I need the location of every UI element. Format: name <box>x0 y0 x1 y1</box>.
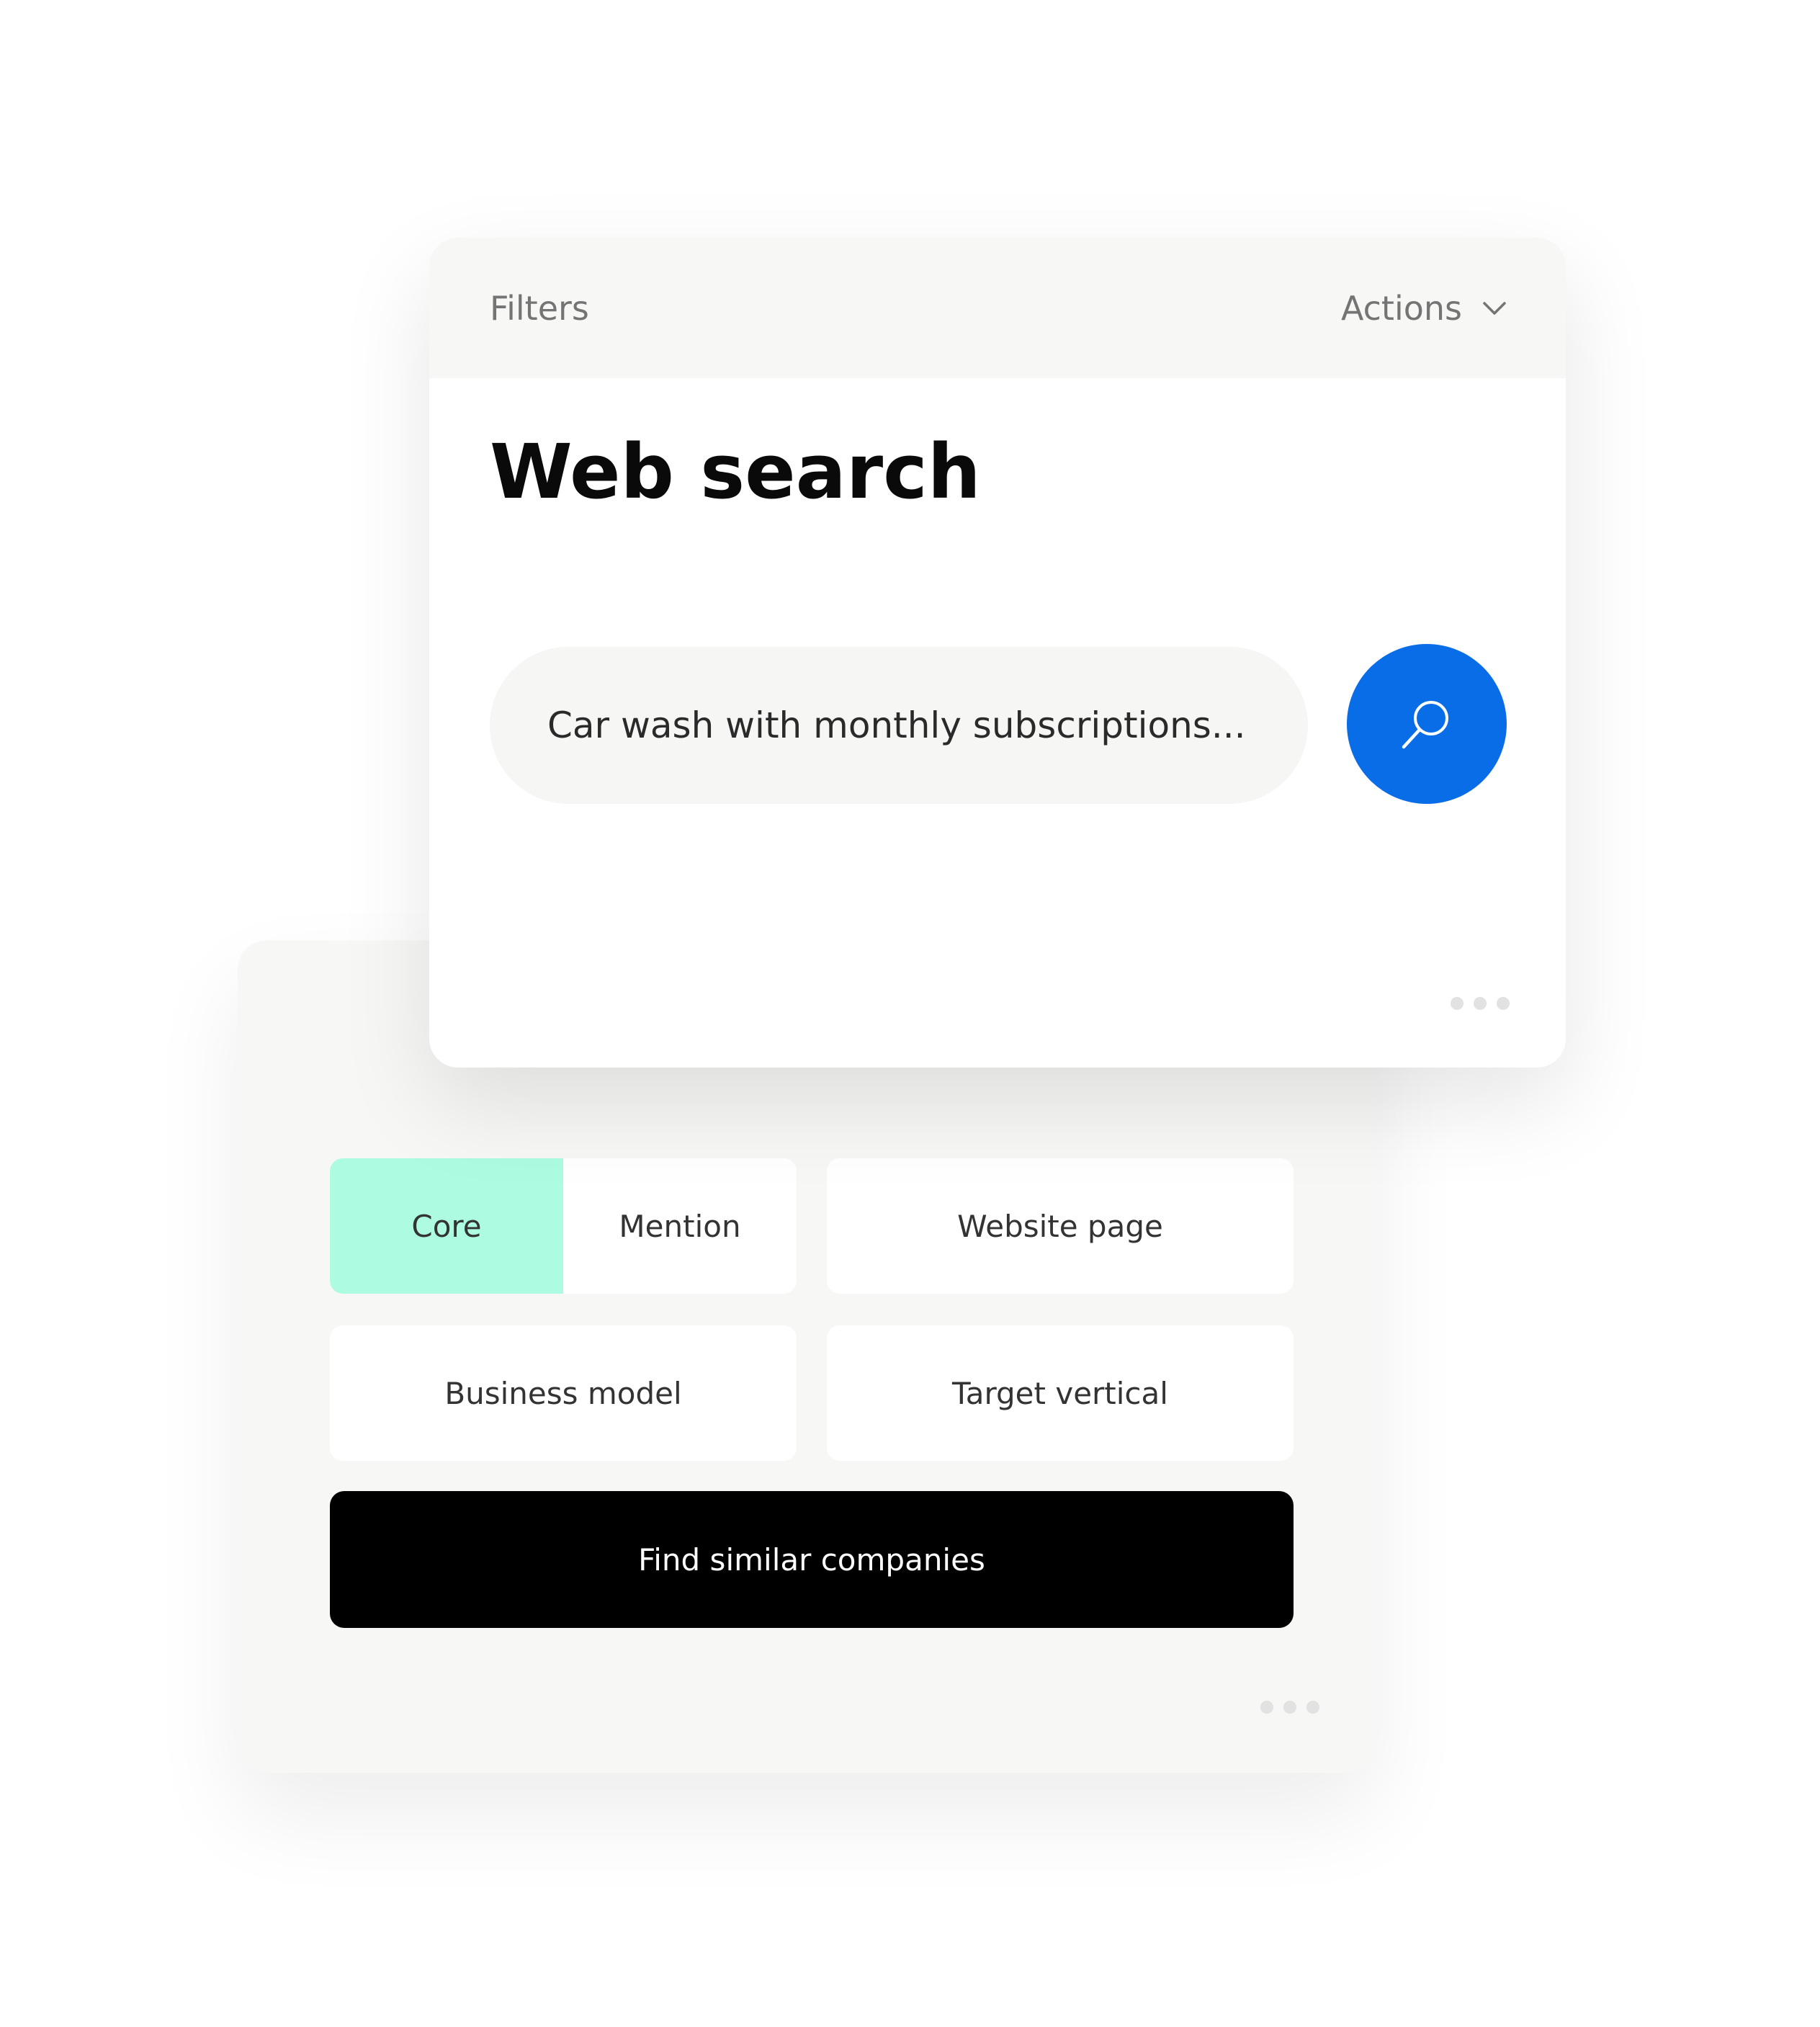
chevron-down-icon <box>1483 302 1506 315</box>
business-model-label: Business model <box>444 1375 682 1411</box>
search-button[interactable] <box>1347 644 1507 804</box>
segment-core[interactable]: Core <box>330 1158 563 1294</box>
dot <box>1474 997 1487 1010</box>
search-input[interactable]: Car wash with monthly subscriptions... <box>490 647 1308 804</box>
card-header: Filters Actions <box>429 238 1566 378</box>
page-title: Web search <box>490 428 981 516</box>
dot <box>1306 1701 1319 1714</box>
stage: Core Mention Website page Business model… <box>0 0 1820 2027</box>
dot <box>1497 997 1510 1010</box>
website-page-label: Website page <box>957 1208 1163 1244</box>
segment-core-label: Core <box>411 1208 482 1244</box>
back-card-more-dots-icon[interactable] <box>1260 1701 1319 1714</box>
dot <box>1451 997 1463 1010</box>
dot <box>1283 1701 1296 1714</box>
find-similar-companies-button[interactable]: Find similar companies <box>330 1491 1294 1628</box>
segment-mention-label: Mention <box>619 1208 741 1244</box>
web-search-card: Filters Actions Web search Car wash with… <box>429 238 1566 1068</box>
find-similar-companies-label: Find similar companies <box>638 1541 985 1578</box>
dot <box>1260 1701 1273 1714</box>
segment-toggle: Core Mention <box>330 1158 797 1294</box>
target-vertical-chip[interactable]: Target vertical <box>827 1325 1294 1461</box>
search-input-value: Car wash with monthly subscriptions... <box>547 704 1246 746</box>
filters-tab[interactable]: Filters <box>490 287 589 330</box>
target-vertical-label: Target vertical <box>952 1375 1168 1411</box>
website-page-chip[interactable]: Website page <box>827 1158 1294 1294</box>
actions-dropdown[interactable]: Actions <box>1341 282 1507 334</box>
actions-label: Actions <box>1340 289 1462 328</box>
business-model-chip[interactable]: Business model <box>330 1325 797 1461</box>
segment-mention[interactable]: Mention <box>563 1158 797 1294</box>
front-card-more-dots-icon[interactable] <box>1451 997 1510 1010</box>
search-icon <box>1402 701 1448 749</box>
